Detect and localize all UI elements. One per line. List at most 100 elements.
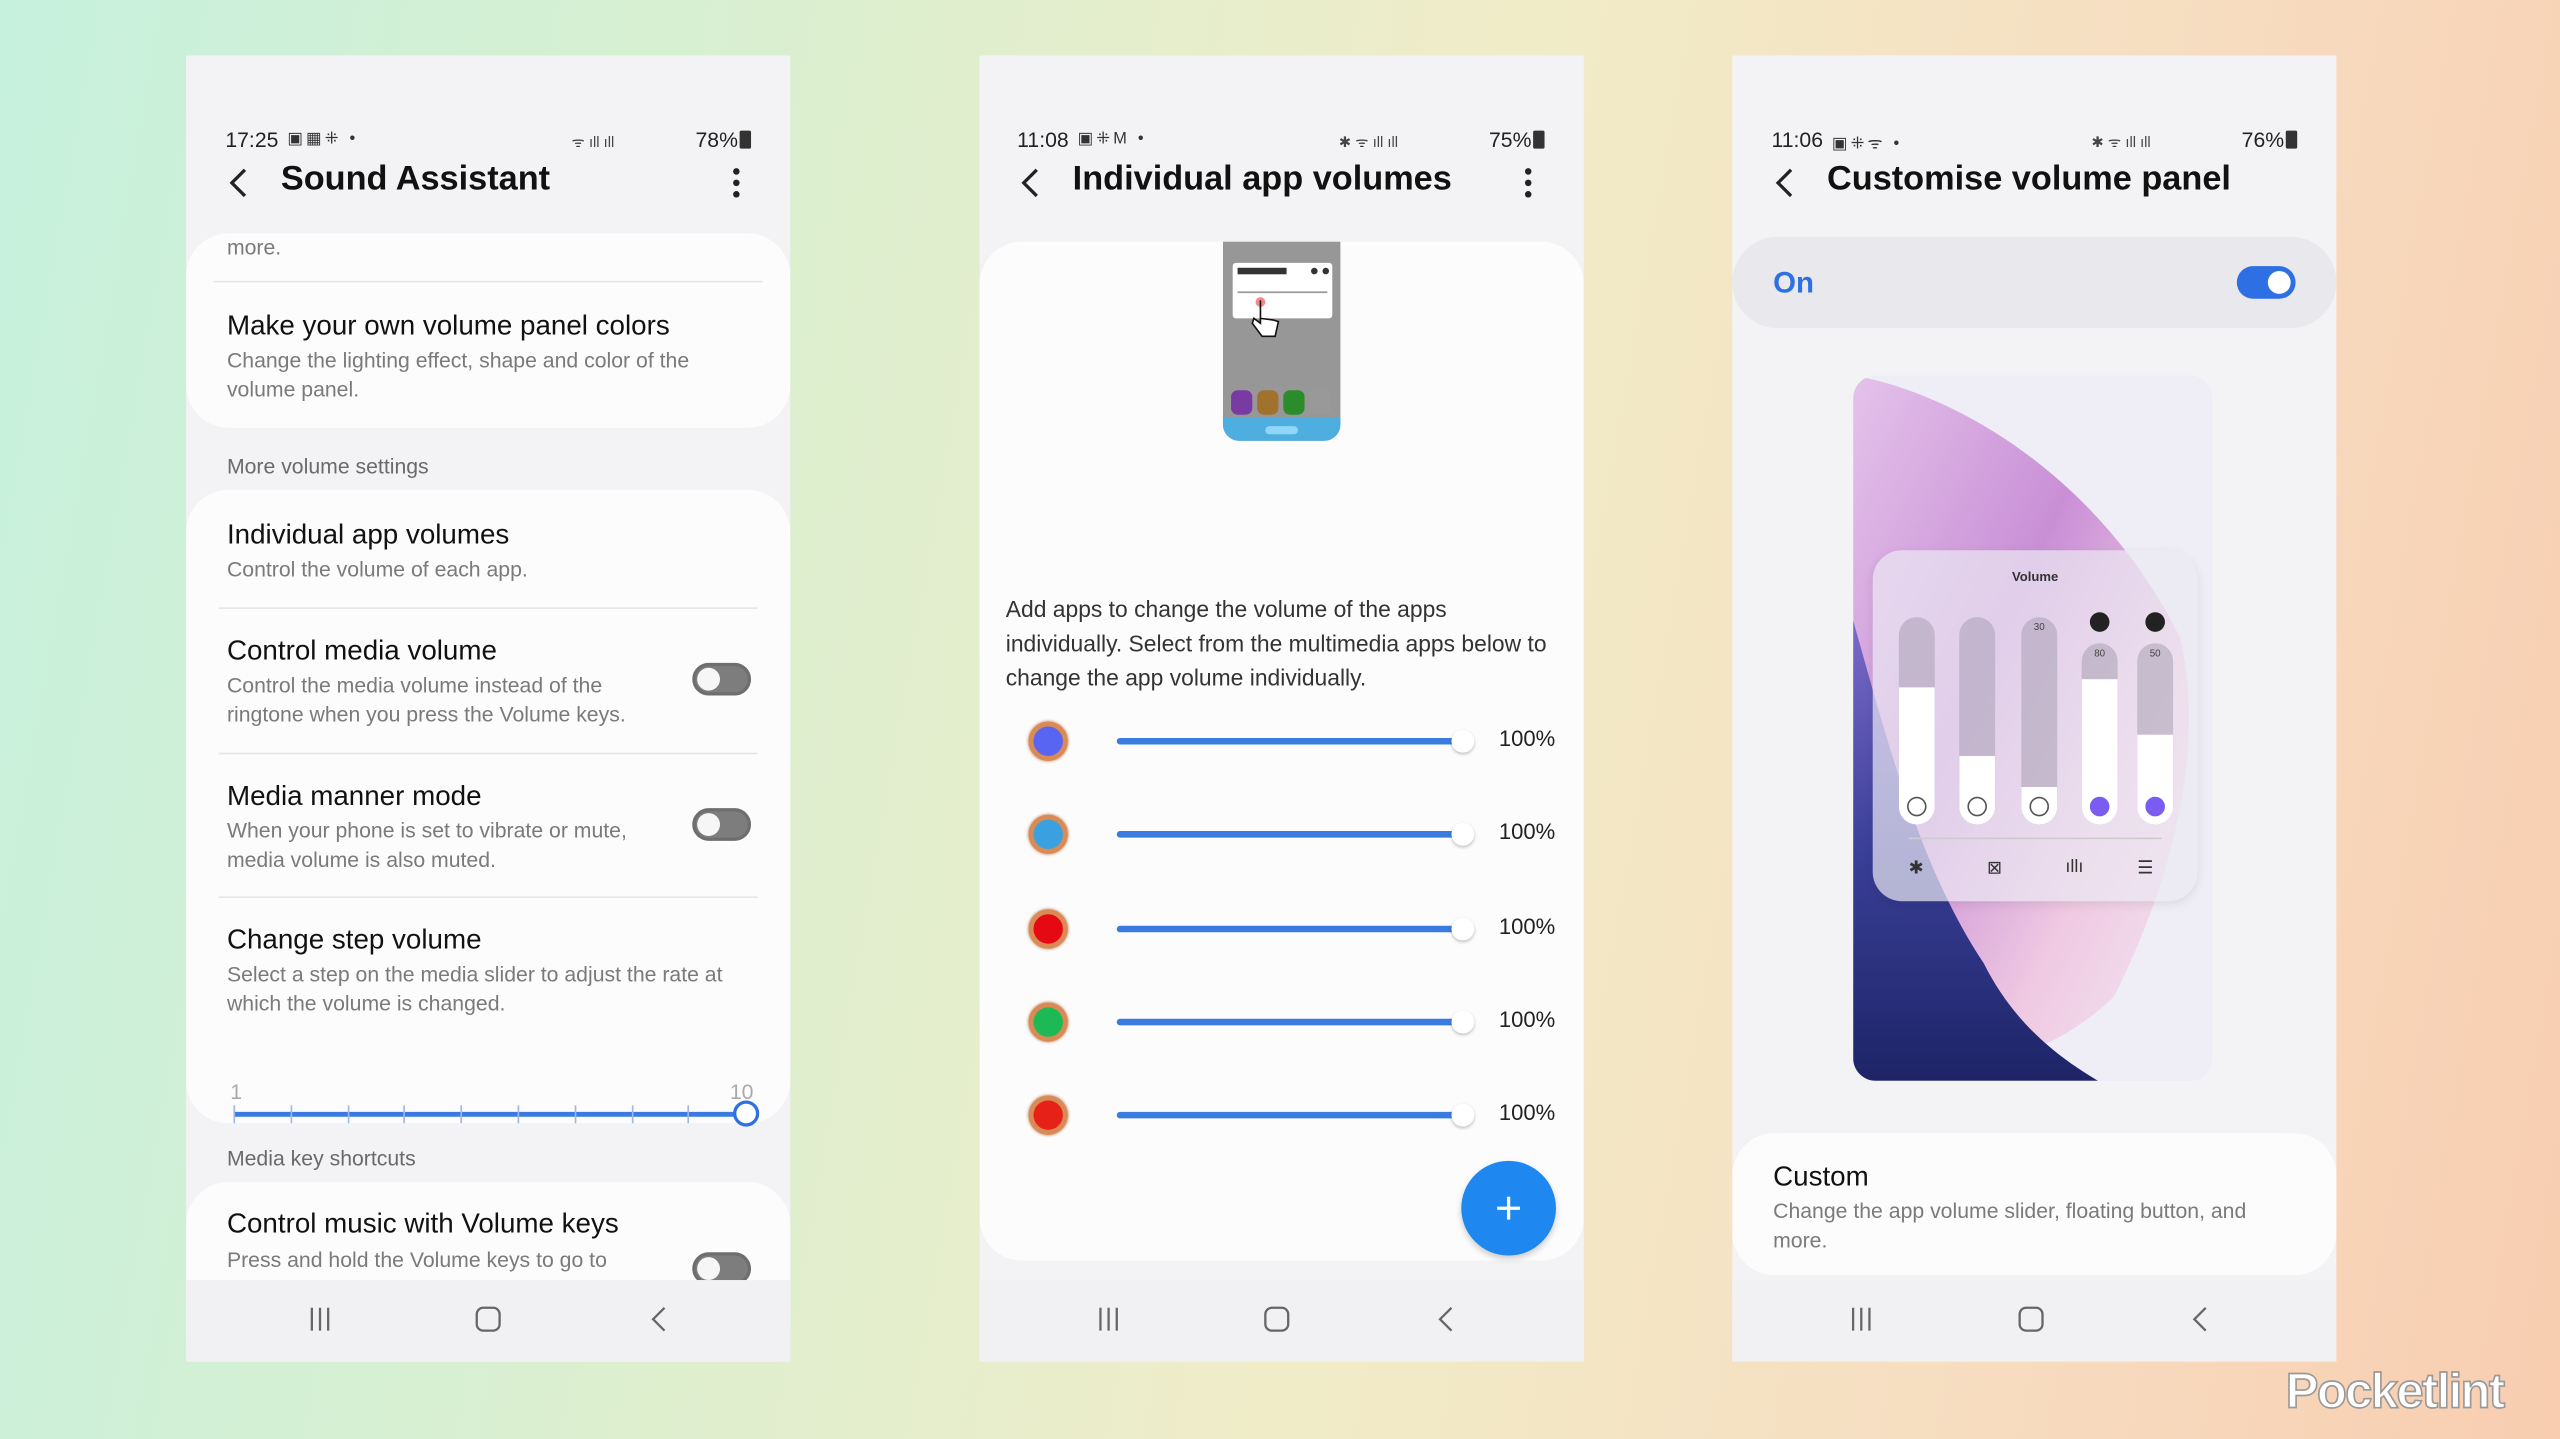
status-battery: 75%: [1488, 127, 1532, 152]
volume-percent: 100%: [1498, 820, 1556, 845]
toggle-control-media-volume[interactable]: [692, 662, 752, 696]
slider-max-label: 10: [729, 1079, 754, 1104]
item-volume-panel-colors[interactable]: Make your own volume panel colors Change…: [186, 282, 790, 427]
app-volume-row: 100%: [980, 1093, 1584, 1139]
back-nav-icon[interactable]: [643, 1303, 676, 1336]
back-arrow-icon[interactable]: [1771, 163, 1797, 202]
navigation-bar: [186, 1280, 791, 1362]
app-volume-slider[interactable]: [1116, 1112, 1463, 1119]
card-volume-settings: Individual app volumes Control the volum…: [186, 489, 791, 1127]
settings-sliders-icon: ☰: [2137, 858, 2154, 879]
back-nav-icon[interactable]: [1430, 1303, 1463, 1336]
slider-value: 50: [2149, 649, 2161, 660]
truncated-text: more.: [226, 235, 282, 260]
slider-thumb[interactable]: [1451, 729, 1475, 753]
preview-volume-slider: 50: [2137, 643, 2174, 825]
item-title: Make your own volume panel colors: [226, 310, 670, 342]
step-volume-slider[interactable]: [233, 1099, 760, 1132]
item-change-step-volume: Change step volume Select a step on the …: [186, 898, 790, 1127]
app-volumes-card: Add apps to change the volume of the app…: [979, 241, 1584, 1261]
volume-percent: 100%: [1498, 913, 1556, 939]
equalizer-icon: ıllı: [2065, 857, 2084, 877]
battery-icon: [2285, 130, 2298, 149]
back-arrow-icon[interactable]: [1017, 163, 1043, 202]
plus-icon: [1497, 1196, 1521, 1220]
slider-thumb[interactable]: [1451, 1010, 1475, 1034]
slider-thumb[interactable]: [1451, 823, 1475, 847]
more-options-icon[interactable]: [1520, 163, 1536, 202]
page-title: Customise volume panel: [1826, 160, 2231, 198]
home-icon[interactable]: [1260, 1303, 1293, 1336]
item-desc: Select a step on the media slider to adj…: [226, 961, 723, 1016]
volume-percent: 100%: [1498, 1007, 1556, 1032]
navigation-bar: [1732, 1280, 2337, 1362]
slider-tick: [347, 1105, 349, 1124]
app-volume-row: 100%: [980, 999, 1584, 1045]
recent-apps-icon[interactable]: [1092, 1303, 1125, 1336]
item-individual-app-volumes[interactable]: Individual app volumes Control the volum…: [186, 490, 790, 608]
slider-tick: [403, 1105, 406, 1124]
notification-icons: ▣⁜M •: [1077, 130, 1147, 149]
item-control-media-volume[interactable]: Control media volume Control the media v…: [186, 609, 790, 753]
master-switch-bar[interactable]: On: [1732, 236, 2337, 329]
discord-icon: [1028, 721, 1068, 761]
description-text: Add apps to change the volume of the app…: [1005, 595, 1547, 691]
app-equalizer-icon: [2145, 796, 2165, 817]
app-volume-slider[interactable]: [1116, 737, 1463, 745]
youtube-music-icon: [1028, 1095, 1068, 1136]
slider-value: 80: [2094, 649, 2106, 660]
app-volume-row: 100%: [980, 812, 1584, 858]
status-time: 11:08: [1017, 127, 1069, 152]
status-battery: 76%: [2241, 127, 2285, 152]
slider-tick: [233, 1105, 236, 1124]
netflix-icon: [1028, 908, 1068, 948]
bluetooth-icon: ✱: [1908, 858, 1924, 879]
phone-sound-assistant: 17:25 ▣▦⁜ • ᯤ ıll ıll 78% Sound Assistan…: [186, 55, 791, 1362]
spotify-icon: [1028, 1002, 1068, 1042]
item-desc: Change the app volume slider, floating b…: [1773, 1198, 2247, 1253]
item-custom[interactable]: Custom Change the app volume slider, flo…: [1732, 1133, 2337, 1276]
item-title: Control music with Volume keys: [226, 1208, 619, 1240]
battery-icon: [1533, 130, 1545, 149]
recent-apps-icon[interactable]: [1845, 1303, 1878, 1336]
preview-volume-slider: [1898, 617, 1935, 825]
app-volume-slider[interactable]: [1116, 925, 1463, 932]
status-battery: 78%: [695, 127, 738, 152]
battery-icon: [739, 130, 752, 149]
page-title: Individual app volumes: [1072, 160, 1452, 198]
recent-apps-icon[interactable]: [304, 1303, 337, 1336]
volume-panel-title: Volume: [2012, 569, 2059, 585]
app-volume-slider[interactable]: [1116, 1018, 1463, 1026]
slider-min-label: 1: [230, 1079, 243, 1104]
home-icon[interactable]: [2015, 1303, 2048, 1336]
slider-thumb[interactable]: [1451, 916, 1475, 940]
section-media-key-shortcuts: Media key shortcuts: [226, 1146, 416, 1171]
master-toggle[interactable]: [2236, 266, 2296, 299]
app-volume-slider[interactable]: [1116, 831, 1463, 839]
item-desc: Control the volume of each app.: [226, 556, 528, 582]
preview-volume-slider: 80: [2081, 643, 2118, 825]
slider-tick: [688, 1105, 690, 1124]
more-options-icon[interactable]: [728, 163, 744, 202]
back-arrow-icon[interactable]: [225, 163, 251, 202]
slider-tick: [631, 1105, 633, 1124]
pocketlint-watermark: Pocketlint: [2285, 1364, 2506, 1420]
volume-percent: 100%: [1498, 726, 1556, 752]
volume-panel-preview: Volume 30 80 50 ✱ ⊠ ıllı ☰: [1853, 375, 2213, 1081]
volume-panel: Volume 30 80 50 ✱ ⊠ ıllı ☰: [1872, 550, 2198, 902]
add-app-button[interactable]: [1461, 1160, 1556, 1256]
item-title: Media manner mode: [226, 780, 482, 812]
slider-tick: [574, 1105, 577, 1124]
slider-track: [233, 1111, 747, 1117]
preview-volume-slider: 30: [2021, 617, 2058, 825]
slider-tick: [290, 1105, 292, 1124]
home-icon[interactable]: [472, 1303, 505, 1336]
speaker-icon: [1967, 796, 1987, 817]
signal-icons: ᯤ ıll ıll: [571, 133, 615, 151]
app-volume-row: 100%: [980, 905, 1584, 951]
toggle-media-manner-mode[interactable]: [692, 808, 752, 841]
slider-thumb[interactable]: [1451, 1104, 1475, 1127]
item-media-manner-mode[interactable]: Media manner mode When your phone is set…: [186, 754, 790, 898]
page-title: Sound Assistant: [280, 160, 551, 198]
back-nav-icon[interactable]: [2185, 1303, 2218, 1336]
